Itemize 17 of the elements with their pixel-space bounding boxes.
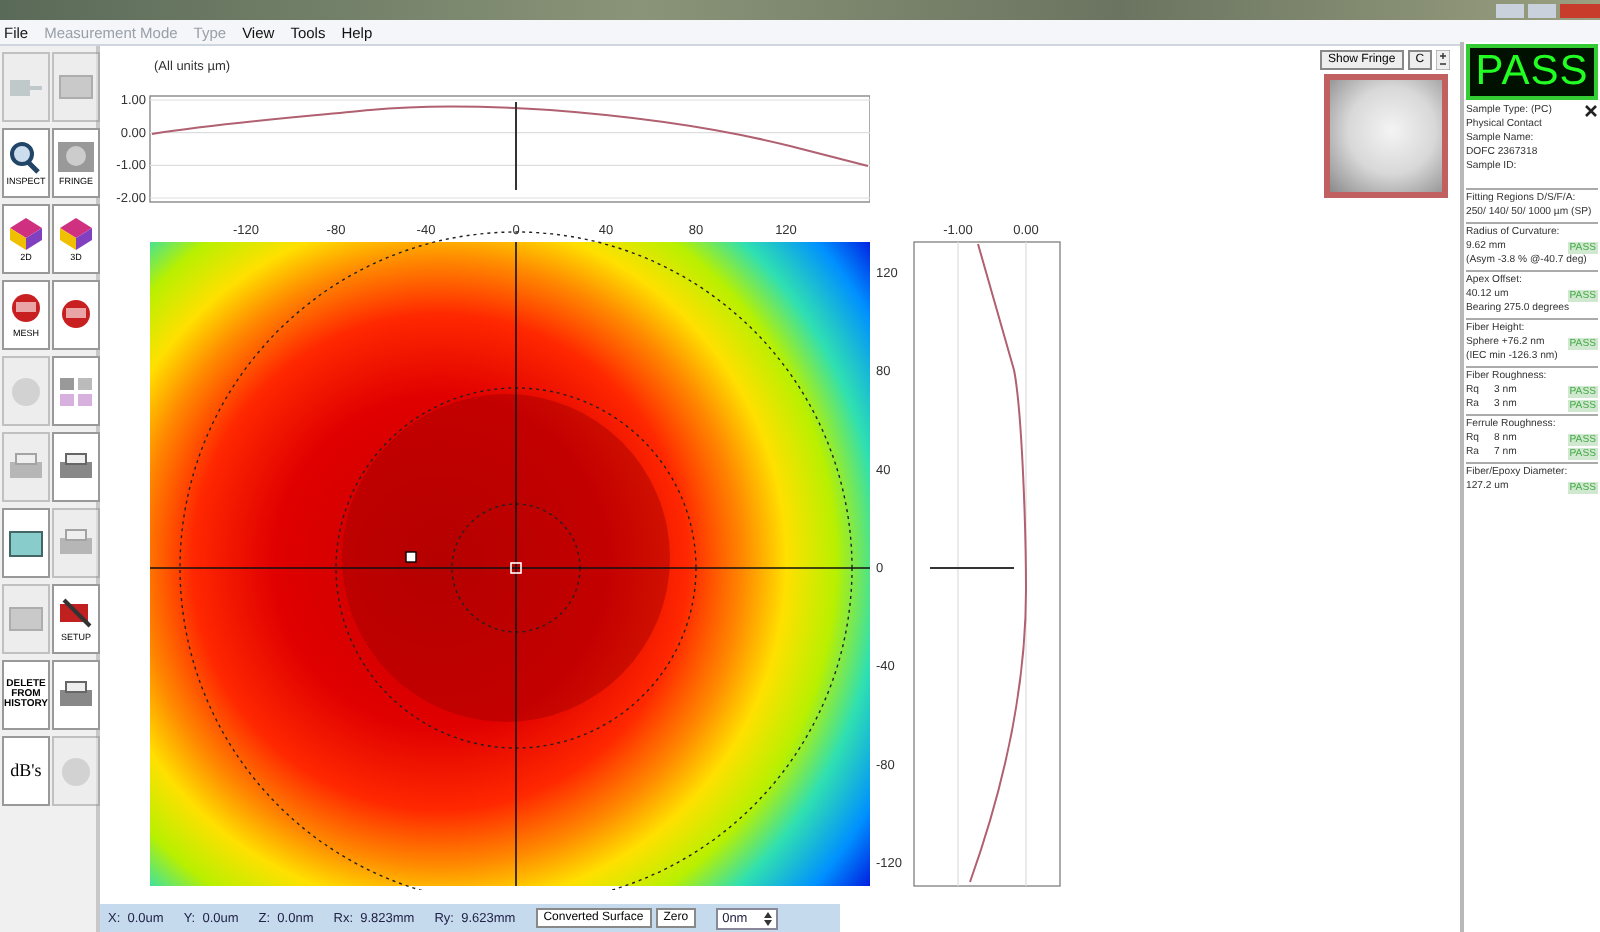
maximize-button[interactable] <box>1528 3 1556 17</box>
tool-icon <box>54 214 98 255</box>
verdict-display: PASS <box>1466 44 1598 100</box>
close-icon[interactable] <box>1584 104 1598 118</box>
tool-button[interactable] <box>52 660 100 730</box>
tool-icon <box>4 214 48 255</box>
tool-button[interactable] <box>52 432 100 502</box>
tool-button[interactable] <box>52 356 100 426</box>
fringe-thumbnail <box>1324 74 1448 198</box>
zoom-icon[interactable] <box>1436 50 1451 70</box>
center-marker <box>515 101 517 191</box>
minimize-button[interactable] <box>1496 3 1524 17</box>
tool-button[interactable]: dB's <box>2 736 50 806</box>
tool-button[interactable] <box>52 280 100 350</box>
center-marker <box>929 567 1015 569</box>
tool-button[interactable] <box>2 508 50 578</box>
close-button[interactable] <box>1560 3 1600 17</box>
